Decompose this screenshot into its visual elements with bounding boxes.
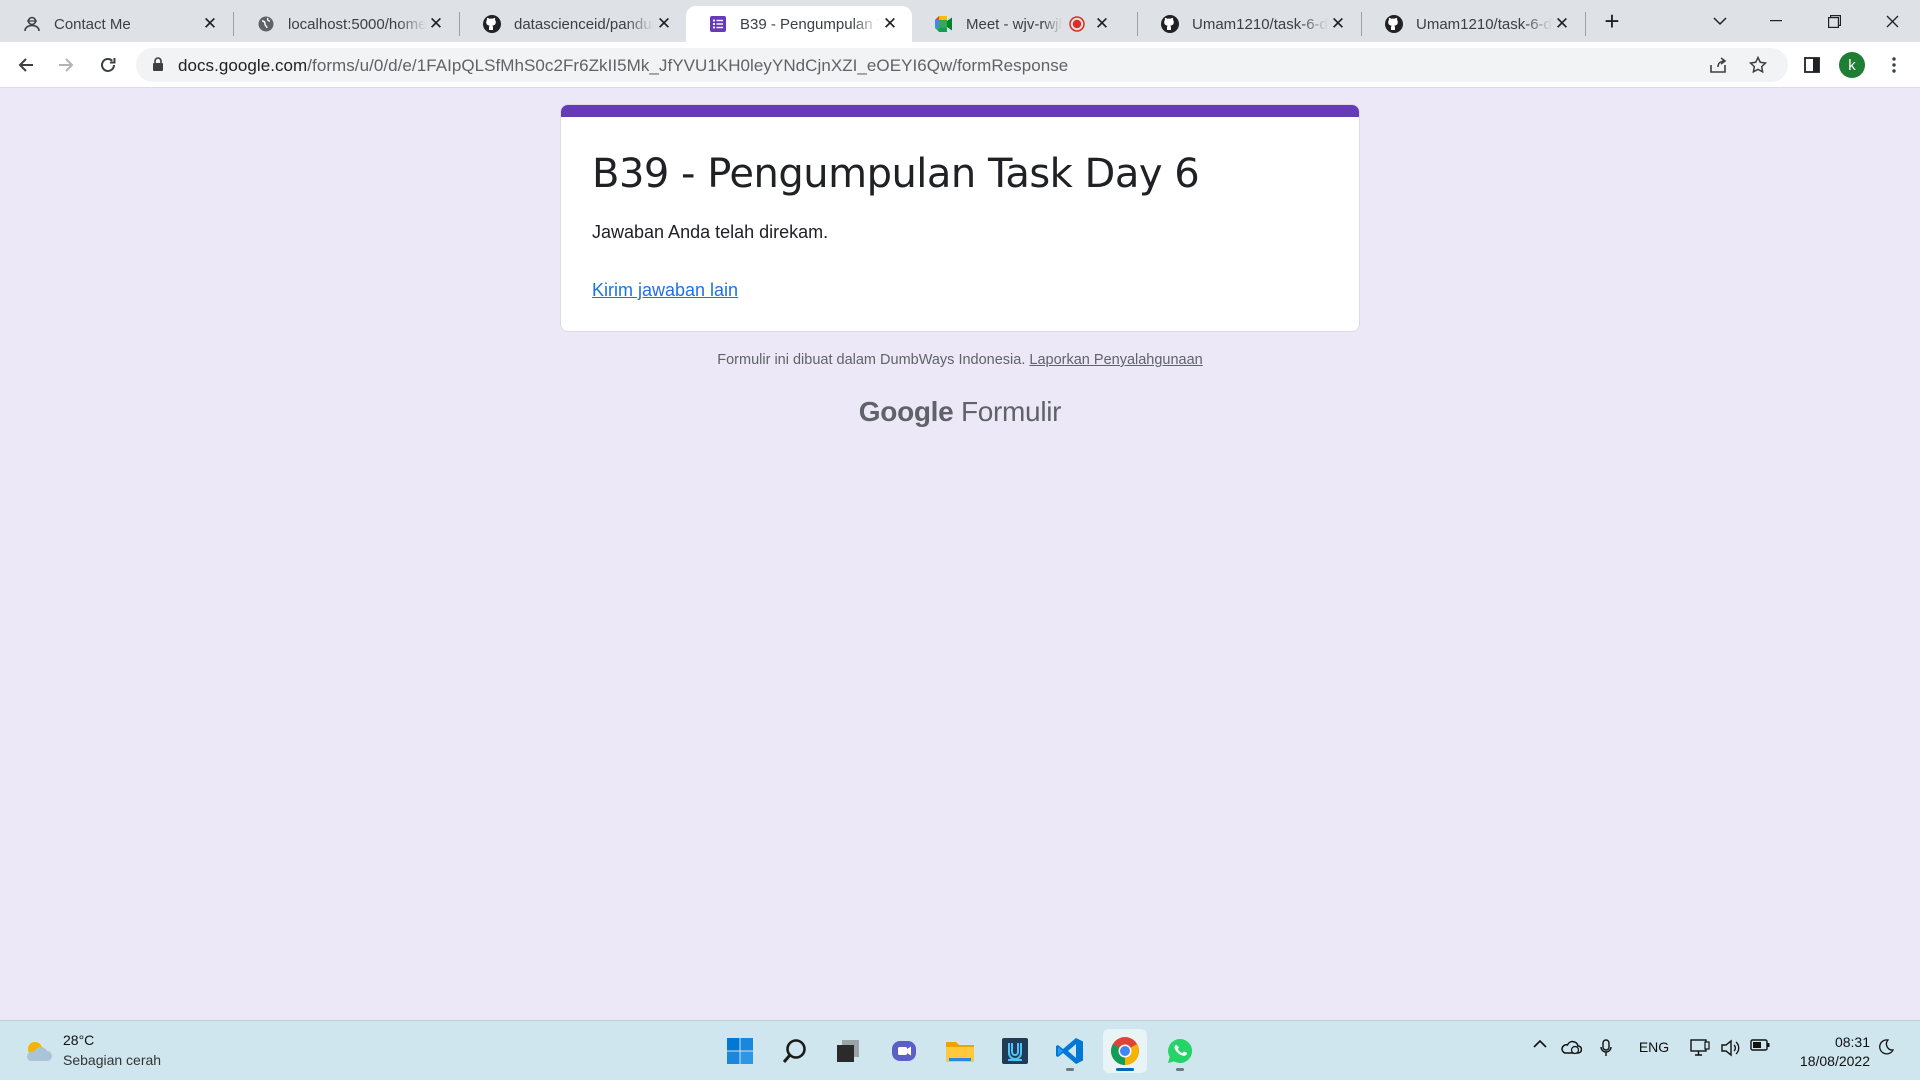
url-text: docs.google.com/forms/u/0/d/e/1FAIpQLSfM… bbox=[178, 56, 1068, 76]
side-panel-button[interactable] bbox=[1796, 49, 1828, 81]
whatsapp-icon[interactable] bbox=[1158, 1029, 1202, 1073]
url-path: /forms/u/0/d/e/1FAIpQLSfMhS0c2Fr6ZkII5Mk… bbox=[307, 56, 1069, 75]
reload-icon bbox=[101, 58, 116, 72]
app-icon[interactable] bbox=[993, 1029, 1037, 1073]
vscode-icon[interactable] bbox=[1048, 1029, 1092, 1073]
close-icon bbox=[1886, 15, 1898, 27]
windows-start-icon[interactable] bbox=[718, 1029, 762, 1073]
clock-date: 18/08/2022 bbox=[1799, 1053, 1870, 1069]
form-response-card: B39 - Pengumpulan Task Day 6 Jawaban And… bbox=[560, 104, 1360, 332]
restore-icon bbox=[1827, 14, 1841, 28]
arrow-left-icon bbox=[18, 58, 33, 72]
tab-separator bbox=[1585, 12, 1586, 36]
show-hidden-icons-button[interactable] bbox=[1528, 1039, 1552, 1048]
tab-title: B39 - Pengumpulan Task Day 6 bbox=[740, 15, 880, 33]
tab-datascienceid[interactable]: datascienceid/panduan ✕ bbox=[460, 6, 686, 42]
new-tab-button[interactable]: + bbox=[1597, 6, 1627, 36]
address-bar[interactable]: docs.google.com/forms/u/0/d/e/1FAIpQLSfM… bbox=[136, 48, 1788, 82]
person-icon bbox=[22, 14, 42, 34]
close-icon[interactable]: ✕ bbox=[654, 14, 674, 34]
system-clock[interactable]: 08:31 18/08/2022 bbox=[1782, 1033, 1870, 1071]
windows-taskbar: 28°C Sebagian cerah ENG 08:31 18/08/2022 bbox=[0, 1020, 1920, 1080]
form-title: B39 - Pengumpulan Task Day 6 bbox=[592, 151, 1200, 197]
report-abuse-link[interactable]: Laporkan Penyalahgunaan bbox=[1029, 352, 1202, 368]
url-host: docs.google.com bbox=[178, 56, 308, 75]
close-icon[interactable]: ✕ bbox=[880, 14, 900, 34]
lock-icon bbox=[152, 57, 164, 77]
running-indicator bbox=[1066, 1068, 1074, 1071]
tab-meet[interactable]: Meet - wjv-rwjb-fhq ✕ bbox=[912, 6, 1136, 42]
recording-icon bbox=[1068, 15, 1086, 33]
close-icon[interactable]: ✕ bbox=[1092, 14, 1112, 34]
menu-button[interactable] bbox=[1878, 49, 1910, 81]
close-icon[interactable]: ✕ bbox=[1328, 14, 1348, 34]
form-footer-note: Formulir ini dibuat dalam DumbWays Indon… bbox=[0, 352, 1920, 368]
more-vertical-icon bbox=[1892, 57, 1896, 73]
close-icon[interactable]: ✕ bbox=[200, 14, 220, 34]
google-forms-logo[interactable]: Google Formulir bbox=[0, 396, 1920, 428]
tab-localhost[interactable]: localhost:5000/home ✕ bbox=[234, 6, 458, 42]
tab-title: localhost:5000/home bbox=[288, 15, 426, 33]
tab-umam-1[interactable]: Umam1210/task-6-dumbways ✕ bbox=[1138, 6, 1360, 42]
tab-google-form[interactable]: B39 - Pengumpulan Task Day 6 ✕ bbox=[686, 6, 912, 42]
tab-title: Umam1210/task-6-dumbways bbox=[1192, 15, 1328, 33]
weather-icon[interactable] bbox=[22, 1035, 54, 1067]
search-icon[interactable] bbox=[773, 1029, 817, 1073]
minimize-icon bbox=[1770, 20, 1782, 22]
back-button[interactable] bbox=[10, 49, 42, 81]
bookmark-star-icon[interactable] bbox=[1746, 53, 1770, 77]
google-meet-icon bbox=[934, 14, 954, 34]
side-panel-icon bbox=[1804, 57, 1820, 73]
form-accent-bar bbox=[561, 105, 1359, 117]
submit-another-response-link[interactable]: Kirim jawaban lain bbox=[592, 280, 738, 301]
reload-button[interactable] bbox=[92, 49, 124, 81]
language-indicator[interactable]: ENG bbox=[1630, 1039, 1678, 1055]
weather-temperature: 28°C bbox=[63, 1032, 95, 1048]
battery-icon[interactable] bbox=[1748, 1039, 1772, 1051]
footer-note-text: Formulir ini dibuat dalam DumbWays Indon… bbox=[717, 352, 1026, 368]
file-explorer-icon[interactable] bbox=[938, 1029, 982, 1073]
weather-description: Sebagian cerah bbox=[63, 1052, 162, 1068]
github-icon bbox=[482, 14, 502, 34]
task-view-icon[interactable] bbox=[826, 1029, 870, 1073]
running-indicator bbox=[1116, 1068, 1134, 1071]
brand-product: Formulir bbox=[960, 396, 1062, 427]
tab-title: datascienceid/panduan bbox=[514, 15, 654, 33]
network-icon[interactable] bbox=[1688, 1039, 1712, 1057]
focus-assist-icon[interactable] bbox=[1874, 1039, 1898, 1055]
tab-strip: Contact Me ✕ localhost:5000/home ✕ datas… bbox=[0, 0, 1920, 42]
tab-search-button[interactable] bbox=[1692, 0, 1748, 42]
globe-icon bbox=[256, 14, 276, 34]
close-window-button[interactable] bbox=[1864, 0, 1920, 42]
restore-button[interactable] bbox=[1806, 0, 1862, 42]
share-icon[interactable] bbox=[1706, 53, 1730, 77]
volume-icon[interactable] bbox=[1718, 1039, 1742, 1057]
tab-title: Meet - wjv-rwjb-fhq bbox=[966, 15, 1062, 33]
github-icon bbox=[1384, 14, 1404, 34]
close-icon[interactable]: ✕ bbox=[1552, 14, 1572, 34]
tab-title: Contact Me bbox=[54, 15, 131, 33]
minimize-button[interactable] bbox=[1748, 0, 1804, 42]
tab-contact-me[interactable]: Contact Me ✕ bbox=[0, 6, 232, 42]
microphone-icon[interactable] bbox=[1594, 1039, 1618, 1057]
close-icon[interactable]: ✕ bbox=[426, 14, 446, 34]
running-indicator bbox=[1176, 1068, 1184, 1071]
github-icon bbox=[1160, 14, 1180, 34]
arrow-right-icon bbox=[59, 58, 74, 72]
onedrive-icon[interactable] bbox=[1558, 1039, 1584, 1055]
response-recorded-message: Jawaban Anda telah direkam. bbox=[592, 222, 829, 242]
brand-google: Google bbox=[858, 396, 954, 427]
tab-umam-2[interactable]: Umam1210/task-6-dumbways ✕ bbox=[1362, 6, 1584, 42]
teams-chat-icon[interactable] bbox=[882, 1029, 926, 1073]
chevron-down-icon bbox=[1713, 16, 1727, 25]
forward-button[interactable] bbox=[50, 49, 82, 81]
tab-title: Umam1210/task-6-dumbways bbox=[1416, 15, 1552, 33]
profile-avatar[interactable]: k bbox=[1839, 52, 1865, 78]
google-forms-icon bbox=[708, 14, 728, 34]
chevron-up-icon bbox=[1533, 1039, 1547, 1048]
chrome-icon[interactable] bbox=[1103, 1029, 1147, 1073]
clock-time: 08:31 bbox=[1834, 1034, 1870, 1050]
browser-toolbar: docs.google.com/forms/u/0/d/e/1FAIpQLSfM… bbox=[0, 42, 1920, 88]
